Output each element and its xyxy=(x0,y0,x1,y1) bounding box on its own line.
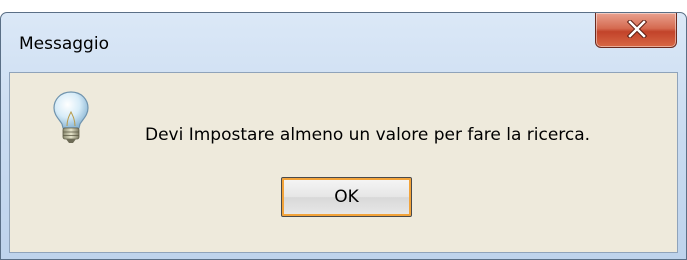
close-button[interactable] xyxy=(595,13,677,48)
dialog-content: Devi Impostare almeno un valore per fare… xyxy=(9,72,678,253)
close-icon xyxy=(627,20,647,38)
dialog-message: Devi Impostare almeno un valore per fare… xyxy=(145,125,591,145)
window-title: Messaggio xyxy=(19,34,109,54)
title-bar[interactable]: Messaggio xyxy=(1,13,686,73)
message-dialog-window: Messaggio Devi Impostare almeno un valor… xyxy=(0,12,687,260)
ok-button[interactable]: OK xyxy=(281,177,412,217)
lightbulb-icon xyxy=(51,90,91,150)
